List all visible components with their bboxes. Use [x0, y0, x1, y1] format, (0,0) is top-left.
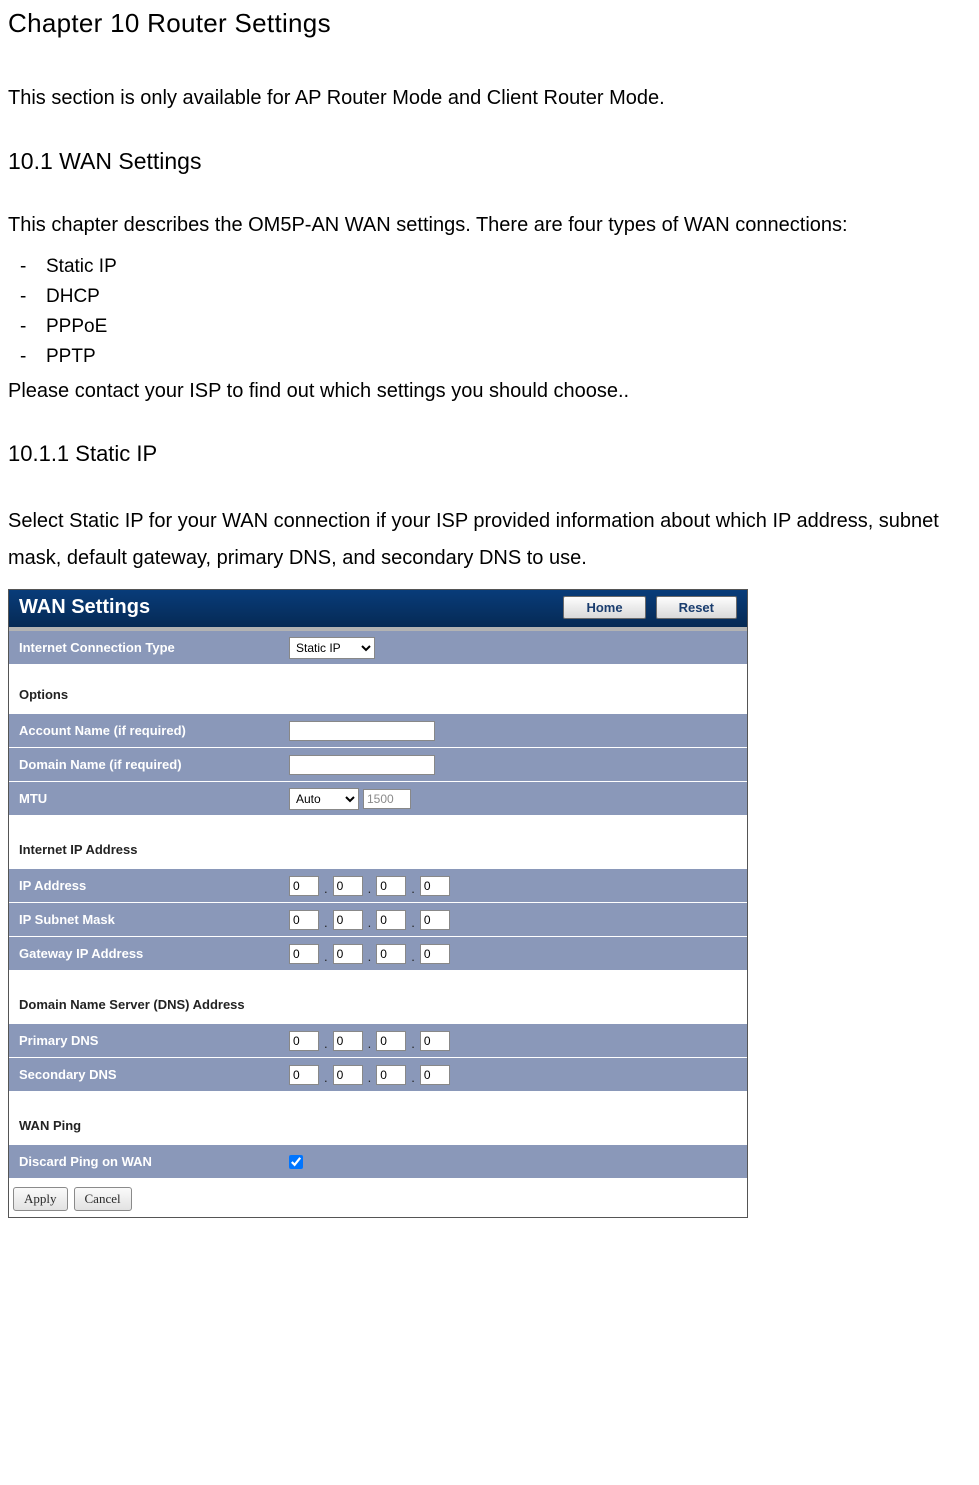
sdns-octet-2[interactable]: [333, 1065, 363, 1085]
discard-ping-label: Discard Ping on WAN: [19, 1154, 289, 1169]
mtu-mode-select[interactable]: Auto: [289, 788, 359, 810]
list-item: DHCP: [8, 282, 971, 312]
contact-isp-note: Please contact your ISP to find out whic…: [8, 380, 971, 403]
discard-ping-row: Discard Ping on WAN: [9, 1145, 747, 1179]
dns-section-title: Domain Name Server (DNS) Address: [9, 971, 747, 1024]
account-name-row: Account Name (if required): [9, 714, 747, 748]
wan-description: This chapter describes the OM5P-AN WAN s…: [8, 211, 971, 240]
dot-separator: .: [410, 949, 416, 964]
account-name-input[interactable]: [289, 721, 435, 741]
primary-dns-label: Primary DNS: [19, 1033, 289, 1048]
text: and C: [442, 87, 501, 109]
ip-octet-3[interactable]: [376, 876, 406, 896]
connection-type-row: Internet Connection Type Static IP: [9, 631, 747, 665]
secondary-dns-row: Secondary DNS . . .: [9, 1058, 747, 1092]
pdns-octet-4[interactable]: [420, 1031, 450, 1051]
dot-separator: .: [367, 915, 373, 930]
ip-address-row: IP Address . . .: [9, 869, 747, 903]
section-title-wan-settings: 10.1 WAN Settings: [8, 148, 971, 175]
list-item: Static IP: [8, 252, 971, 282]
text: lient Router Mode: [501, 87, 659, 109]
domain-name-label: Domain Name (if required): [19, 757, 289, 772]
wan-settings-panel: WAN Settings Home Reset Internet Connect…: [8, 589, 748, 1218]
ip-address-label: IP Address: [19, 878, 289, 893]
dot-separator: .: [367, 881, 373, 896]
gateway-octet-4[interactable]: [420, 944, 450, 964]
text: AP Router Mode: [295, 87, 443, 109]
text: .: [659, 87, 665, 109]
home-button[interactable]: Home: [563, 596, 645, 619]
static-ip-description: Select Static IP for your WAN connection…: [8, 503, 971, 577]
footer-buttons: Apply Cancel: [9, 1179, 747, 1217]
chapter-title: Chapter 10 Router Settings: [8, 8, 971, 39]
internet-ip-section-title: Internet IP Address: [9, 816, 747, 869]
wan-ping-section-title: WAN Ping: [9, 1092, 747, 1145]
domain-name-row: Domain Name (if required): [9, 748, 747, 782]
primary-dns-row: Primary DNS . . .: [9, 1024, 747, 1058]
gateway-octet-3[interactable]: [376, 944, 406, 964]
dot-separator: .: [323, 1070, 329, 1085]
list-item: PPPoE: [8, 312, 971, 342]
cancel-button[interactable]: Cancel: [74, 1187, 132, 1211]
list-item: PPTP: [8, 342, 971, 372]
apply-button[interactable]: Apply: [13, 1187, 68, 1211]
gateway-octet-1[interactable]: [289, 944, 319, 964]
connection-type-list: Static IP DHCP PPPoE PPTP: [8, 252, 971, 372]
subnet-mask-label: IP Subnet Mask: [19, 912, 289, 927]
secondary-dns-label: Secondary DNS: [19, 1067, 289, 1082]
account-name-label: Account Name (if required): [19, 723, 289, 738]
gateway-octet-2[interactable]: [333, 944, 363, 964]
sdns-octet-3[interactable]: [376, 1065, 406, 1085]
subsection-title-static-ip: 10.1.1 Static IP: [8, 441, 971, 467]
dot-separator: .: [367, 1036, 373, 1051]
discard-ping-checkbox[interactable]: [289, 1155, 303, 1169]
dot-separator: .: [367, 1070, 373, 1085]
pdns-octet-2[interactable]: [333, 1031, 363, 1051]
subnet-mask-row: IP Subnet Mask . . .: [9, 903, 747, 937]
ip-octet-2[interactable]: [333, 876, 363, 896]
subnet-octet-3[interactable]: [376, 910, 406, 930]
ip-octet-1[interactable]: [289, 876, 319, 896]
pdns-octet-1[interactable]: [289, 1031, 319, 1051]
reset-button[interactable]: Reset: [656, 596, 737, 619]
connection-type-select[interactable]: Static IP: [289, 637, 375, 659]
sdns-octet-4[interactable]: [420, 1065, 450, 1085]
pdns-octet-3[interactable]: [376, 1031, 406, 1051]
options-section-title: Options: [9, 665, 747, 714]
dot-separator: .: [410, 915, 416, 930]
ip-octet-4[interactable]: [420, 876, 450, 896]
domain-name-input[interactable]: [289, 755, 435, 775]
dot-separator: .: [410, 1036, 416, 1051]
dot-separator: .: [323, 1036, 329, 1051]
dot-separator: .: [323, 949, 329, 964]
dot-separator: .: [323, 881, 329, 896]
panel-header: WAN Settings Home Reset: [9, 590, 747, 627]
dot-separator: .: [410, 1070, 416, 1085]
connection-type-label: Internet Connection Type: [19, 640, 289, 655]
gateway-label: Gateway IP Address: [19, 946, 289, 961]
mtu-row: MTU Auto: [9, 782, 747, 816]
text: This section is only available for: [8, 87, 295, 109]
subnet-octet-4[interactable]: [420, 910, 450, 930]
sdns-octet-1[interactable]: [289, 1065, 319, 1085]
intro-paragraph: This section is only available for AP Ro…: [8, 87, 971, 110]
gateway-row: Gateway IP Address . . .: [9, 937, 747, 971]
subnet-octet-1[interactable]: [289, 910, 319, 930]
mtu-label: MTU: [19, 791, 289, 806]
subnet-octet-2[interactable]: [333, 910, 363, 930]
dot-separator: .: [410, 881, 416, 896]
dot-separator: .: [323, 915, 329, 930]
dot-separator: .: [367, 949, 373, 964]
panel-title: WAN Settings: [19, 596, 150, 619]
mtu-value-input[interactable]: [363, 789, 411, 809]
